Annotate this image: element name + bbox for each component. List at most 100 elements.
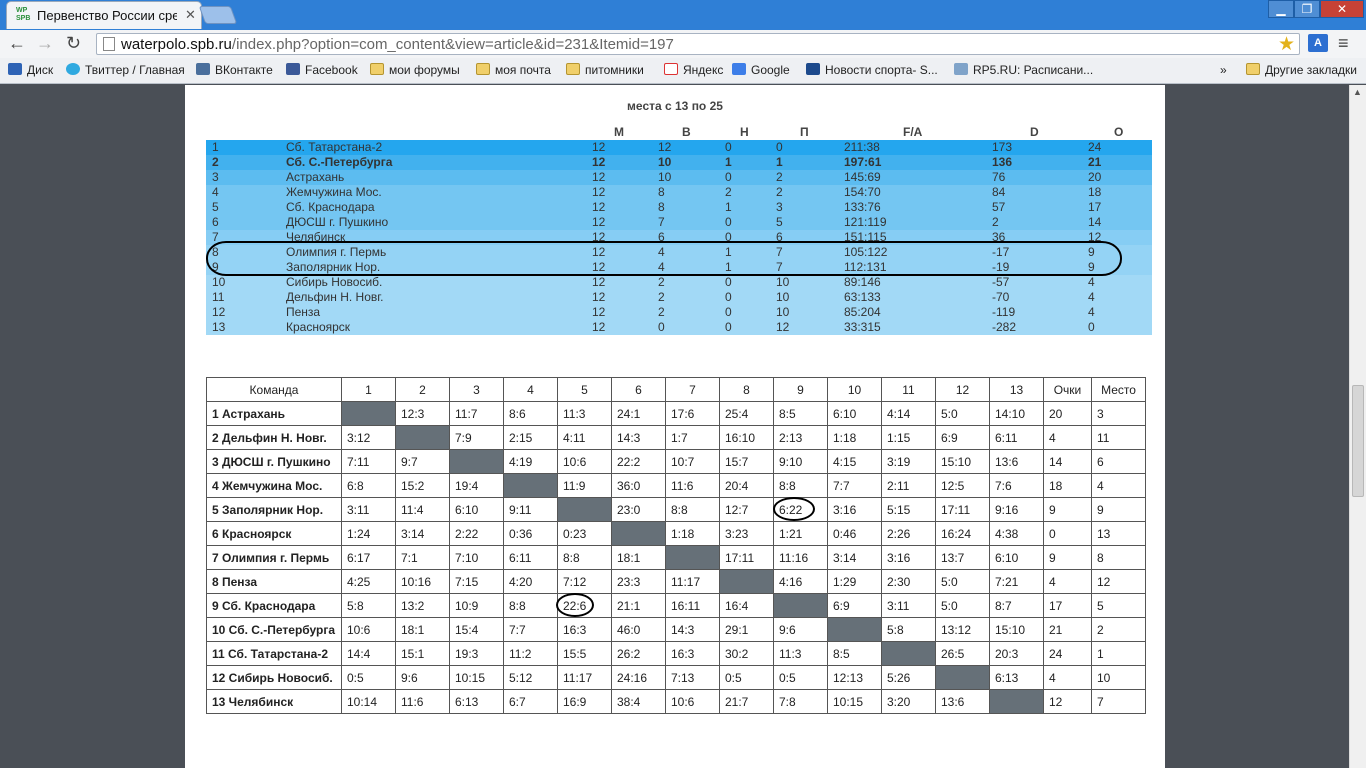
result-cell: 46:0 — [611, 617, 666, 642]
result-cell: 11:6 — [395, 689, 450, 714]
scroll-up-arrow-icon[interactable]: ▲ — [1353, 87, 1362, 97]
close-window-button[interactable]: ✕ — [1320, 0, 1364, 18]
result-cell: 10:6 — [557, 449, 612, 474]
result-cell: 11:17 — [557, 665, 612, 690]
bookmark-item[interactable]: Новости спорта- S... — [806, 63, 938, 77]
bookmark-item[interactable]: мои форумы — [370, 63, 460, 77]
result-cell: 10:6 — [665, 689, 720, 714]
standings-cell: 12 — [592, 200, 606, 214]
result-cell: 2:11 — [881, 473, 936, 498]
chrome-menu-icon[interactable]: ≡ — [1338, 33, 1349, 54]
result-cell: 0:23 — [557, 521, 612, 546]
standings-cell: 173 — [992, 140, 1013, 154]
result-cell: 24:1 — [611, 401, 666, 426]
standings-cell: 136 — [992, 155, 1013, 169]
result-cell: 3:11 — [341, 497, 396, 522]
standings-cell: 0 — [725, 170, 732, 184]
bookmark-label: Яндекс — [683, 63, 724, 77]
result-cell: 6:9 — [935, 425, 990, 450]
result-cell: 10:15 — [449, 665, 504, 690]
bookmark-item[interactable]: ВКонтакте — [196, 63, 273, 77]
back-arrow-icon[interactable]: ← — [8, 33, 26, 54]
result-cell: 2:30 — [881, 569, 936, 594]
other-bookmarks-folder[interactable]: Другие закладки — [1246, 63, 1357, 77]
header-points: О — [1114, 125, 1124, 139]
standings-cell: 33:315 — [844, 320, 881, 334]
standings-cell: 24 — [1088, 140, 1102, 154]
diagonal-cell — [611, 521, 666, 546]
result-cell: 7:21 — [989, 569, 1044, 594]
twitter-icon — [66, 63, 80, 75]
browser-tab[interactable]: WP SPB Первенство России сред ✕ — [6, 1, 202, 29]
translate-extension-icon[interactable]: A — [1308, 34, 1328, 52]
tab-close-icon[interactable]: ✕ — [185, 7, 196, 23]
result-cell: 16:4 — [719, 593, 774, 618]
highlight-oval-6-22 — [773, 497, 815, 521]
result-cell: 10:14 — [341, 689, 396, 714]
result-cell: 1:7 — [665, 425, 720, 450]
standings-cell: 1 — [776, 155, 783, 169]
diagonal-cell — [989, 689, 1044, 714]
bookmark-label: Новости спорта- S... — [825, 63, 938, 77]
crosstable-header-cell: 8 — [719, 377, 774, 402]
page-icon — [103, 37, 115, 51]
result-cell: 1:21 — [773, 521, 828, 546]
result-cell: 8:8 — [665, 497, 720, 522]
bookmark-item[interactable]: питомники — [566, 63, 644, 77]
result-cell: 9:10 — [773, 449, 828, 474]
standings-cell: 154:70 — [844, 185, 881, 199]
standings-cell: 2 — [992, 215, 999, 229]
standings-cell: 76 — [992, 170, 1006, 184]
result-cell: 5:12 — [503, 665, 558, 690]
header-losses: П — [800, 125, 809, 139]
result-cell: 17:11 — [719, 545, 774, 570]
bookmark-star-icon[interactable]: ★ — [1278, 33, 1295, 56]
standings-cell: ДЮСШ г. Пушкино — [286, 215, 389, 229]
header-goals: F/A — [903, 125, 923, 139]
standings-cell: 3 — [212, 170, 219, 184]
crosstable-row: 2 Дельфин Н. Новг. 3:12 7:9 2:15 4:11 14:3 1:7… — [206, 425, 1146, 450]
minimize-button[interactable]: ▁ — [1268, 0, 1294, 18]
reload-icon[interactable]: ↻ — [66, 33, 81, 54]
standings-cell: 2 — [658, 275, 665, 289]
bookmark-item[interactable]: RP5.RU: Расписани... — [954, 63, 1093, 77]
bookmark-item[interactable]: Диск — [8, 63, 53, 77]
team-name-cell: 3 ДЮСШ г. Пушкино — [206, 449, 342, 474]
standings-cell: 12 — [776, 320, 790, 334]
team-name-cell: 6 Красноярск — [206, 521, 342, 546]
bookmark-label: мои форумы — [389, 63, 460, 77]
scrollbar-thumb[interactable] — [1352, 385, 1364, 497]
result-cell: 7:7 — [827, 473, 882, 498]
bookmark-item[interactable]: Твиттер / Главная — [66, 63, 185, 77]
maximize-button[interactable]: ❐ — [1294, 0, 1320, 18]
bookmark-item[interactable]: Google — [732, 63, 790, 77]
result-cell: 12 — [1091, 569, 1146, 594]
forward-arrow-icon[interactable]: → — [36, 33, 54, 54]
bookmarks-overflow-button[interactable]: » — [1220, 63, 1227, 77]
new-tab-button[interactable] — [198, 6, 238, 24]
vertical-scrollbar[interactable]: ▲ — [1349, 85, 1366, 768]
crosstable-row: 3 ДЮСШ г. Пушкино 7:11 9:7 4:19 10:6 22:2 10:7… — [206, 449, 1146, 474]
bookmark-item[interactable]: Facebook — [286, 63, 358, 77]
result-cell: 14 — [1043, 449, 1092, 474]
result-cell: 24 — [1043, 641, 1092, 666]
standings-cell: -57 — [992, 275, 1010, 289]
folder-icon — [476, 63, 490, 75]
address-bar[interactable]: waterpolo.spb.ru/index.php?option=com_co… — [96, 33, 1300, 55]
result-cell: 14:3 — [611, 425, 666, 450]
result-cell: 3:16 — [881, 545, 936, 570]
standings-cell: 10 — [776, 305, 790, 319]
bookmark-item[interactable]: Яндекс — [664, 63, 723, 77]
result-cell: 11:16 — [773, 545, 828, 570]
standings-cell: 2 — [725, 185, 732, 199]
standings-cell: 8 — [658, 200, 665, 214]
standings-cell: 3 — [776, 200, 783, 214]
standings-cell: 12 — [592, 290, 606, 304]
bookmark-item[interactable]: моя почта — [476, 63, 551, 77]
standings-cell: Сб. Татарстана-2 — [286, 140, 383, 154]
result-cell: 21:1 — [611, 593, 666, 618]
bookmark-label: питомники — [585, 63, 644, 77]
diagonal-cell — [881, 641, 936, 666]
url-text[interactable]: waterpolo.spb.ru/index.php?option=com_co… — [121, 36, 674, 53]
result-cell: 19:3 — [449, 641, 504, 666]
